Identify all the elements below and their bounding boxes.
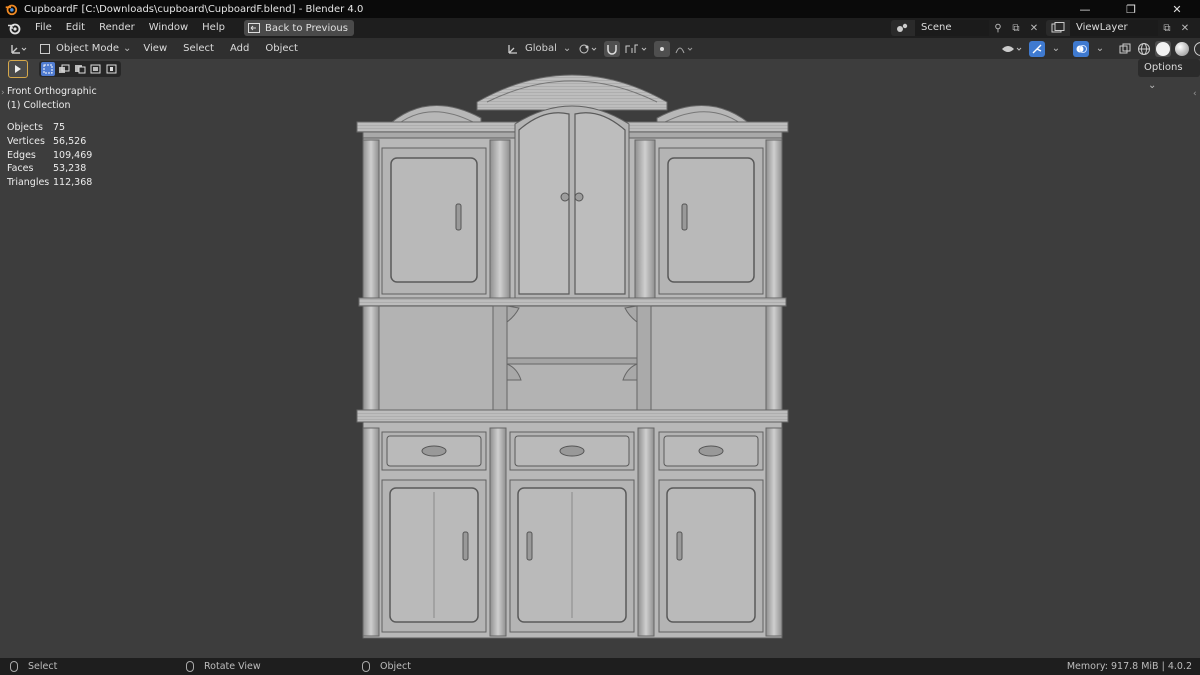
view-name: Front Orthographic [7, 86, 97, 97]
solid-shading-icon[interactable] [1155, 40, 1171, 57]
mouse-middle-icon [186, 661, 194, 672]
gizmo-dropdown-icon[interactable]: ⌄ [1048, 41, 1064, 57]
screen-back-icon [247, 23, 260, 33]
pin-scene-icon[interactable]: ⚲ [989, 20, 1007, 36]
options-dropdown[interactable]: Options ⌄ [1138, 59, 1200, 91]
axes-editor-icon [11, 44, 27, 54]
close-button[interactable]: ✕ [1154, 0, 1200, 18]
rendered-shading-icon[interactable] [1193, 41, 1200, 57]
options-label: Options [1144, 62, 1183, 73]
new-scene-icon[interactable]: ⧉ [1007, 20, 1025, 36]
view-layer-selector: ViewLayer ⧉ ✕ [1046, 19, 1194, 37]
xray-toggle-icon[interactable] [1117, 41, 1133, 57]
selection-invert-icon[interactable] [89, 62, 103, 76]
scene-browse-button[interactable] [891, 20, 915, 36]
memory-version-info: Memory: 917.8 MiB | 4.0.2 [1066, 661, 1192, 672]
selection-subtract-icon[interactable] [73, 62, 87, 76]
sidebar-expand-icon[interactable]: ‹ [1193, 89, 1197, 99]
falloff-curve-icon[interactable] [674, 41, 696, 57]
selection-intersect-icon[interactable] [105, 62, 119, 76]
status-bar: Select Rotate View Object Memory: 917.8 … [0, 658, 1200, 675]
viewport-menu-view[interactable]: View [135, 38, 175, 59]
scene-name-field[interactable]: Scene [915, 20, 989, 36]
menu-window[interactable]: Window [142, 18, 195, 38]
new-view-layer-icon[interactable]: ⧉ [1158, 20, 1176, 36]
overlays-dropdown-icon[interactable]: ⌄ [1092, 41, 1108, 57]
viewport-info-overlay: Front Orthographic (1) Collection [7, 85, 97, 112]
stat-triangles: Triangles 112,368 [7, 177, 93, 189]
selection-mode-group [39, 61, 121, 77]
mouse-left-icon [10, 661, 18, 672]
scene-selector: Scene ⚲ ⧉ ✕ [891, 19, 1043, 37]
viewport-display-tools: ⌄ ⌄ ⌄ [1000, 40, 1200, 57]
menu-file[interactable]: File [28, 18, 59, 38]
window-controls: — ❐ ✕ [1062, 0, 1200, 18]
pivot-point-icon[interactable] [578, 41, 600, 57]
cupboard-model[interactable] [355, 68, 790, 640]
view-layer-icon [1051, 22, 1065, 33]
chevron-down-icon: ⌄ [1148, 80, 1157, 91]
blender-logo-icon [5, 4, 18, 16]
mouse-right-icon [362, 661, 370, 672]
transform-tools: Global ⌄ [503, 40, 696, 57]
maximize-button[interactable]: ❐ [1108, 0, 1154, 18]
select-box-tool[interactable] [8, 60, 28, 78]
minimize-button[interactable]: — [1062, 0, 1108, 18]
chevron-down-icon: ⌄ [123, 43, 132, 54]
stat-objects: Objects 75 [7, 122, 66, 133]
menu-help[interactable]: Help [195, 18, 232, 38]
transform-orientation-dropdown[interactable]: Global ⌄ [503, 41, 574, 57]
object-mode-dropdown[interactable]: Object Mode ⌄ [36, 40, 136, 57]
viewport-menu-add[interactable]: Add [222, 38, 257, 59]
scene-statistics: Objects 75 Vertices 56,526 Edges 109,469 Fa… [7, 121, 92, 190]
selection-extend-icon[interactable] [57, 62, 71, 76]
delete-scene-icon[interactable]: ✕ [1025, 20, 1043, 36]
chevron-down-icon: ⌄ [562, 43, 572, 54]
snap-target-icon[interactable] [624, 41, 650, 57]
material-preview-shading-icon[interactable] [1174, 41, 1190, 57]
viewport-header: Object Mode ⌄ View Select Add Object Glo… [0, 38, 1200, 59]
stat-vertices: Vertices 56,526 [7, 135, 87, 147]
overlays-toggle-icon[interactable] [1073, 40, 1089, 57]
top-menubar: File Edit Render Window Help Back to Pre… [0, 18, 1200, 38]
window-title: CupboardF [C:\Downloads\cupboard\Cupboar… [24, 3, 364, 15]
scene-icon [897, 23, 908, 32]
viewport-menu-select[interactable]: Select [175, 38, 222, 59]
editor-type-button[interactable] [8, 41, 32, 57]
snap-toggle-icon[interactable] [604, 40, 621, 57]
stat-faces: Faces 53,238 [7, 163, 87, 175]
view-layer-name-field[interactable]: ViewLayer [1070, 20, 1158, 36]
object-mode-icon [40, 43, 50, 54]
blender-menu-icon[interactable] [6, 20, 22, 36]
status-object-hint: Object [362, 658, 411, 675]
viewport-menu-object[interactable]: Object [257, 38, 306, 59]
delete-view-layer-icon[interactable]: ✕ [1176, 20, 1194, 36]
toolbar-expand-icon[interactable]: › [1, 88, 5, 98]
active-collection: (1) Collection [7, 99, 71, 111]
title-bar: CupboardF [C:\Downloads\cupboard\Cupboar… [0, 0, 1200, 18]
menu-edit[interactable]: Edit [59, 18, 92, 38]
back-to-previous-label: Back to Previous [264, 22, 348, 34]
selection-new-icon[interactable] [41, 62, 55, 76]
orientation-axes-icon [508, 44, 517, 54]
wireframe-shading-icon[interactable] [1136, 41, 1152, 57]
gizmo-toggle-icon[interactable] [1029, 40, 1045, 57]
object-mode-label: Object Mode [56, 43, 119, 54]
cursor-arrow-icon [15, 65, 21, 73]
transform-orientation-label: Global [525, 43, 557, 54]
menu-render[interactable]: Render [92, 18, 142, 38]
proportional-editing-icon[interactable] [654, 40, 671, 57]
view-layer-browse-button[interactable] [1046, 20, 1070, 36]
stat-edges: Edges 109,469 [7, 149, 93, 161]
tool-settings-row [8, 60, 121, 78]
status-select-hint: Select [10, 658, 57, 675]
back-to-previous-button[interactable]: Back to Previous [243, 20, 354, 36]
status-rotate-hint: Rotate View [186, 658, 261, 675]
visibility-icon[interactable] [1000, 41, 1026, 57]
